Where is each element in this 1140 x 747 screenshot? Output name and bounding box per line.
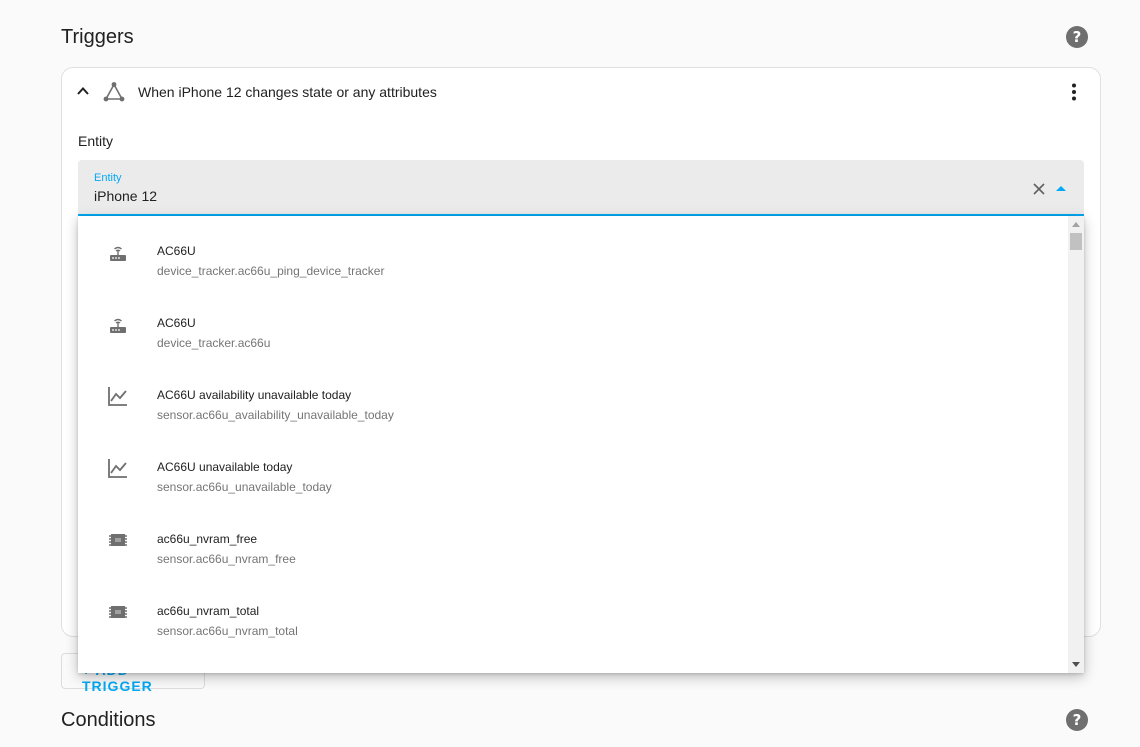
list-item-entity-id: sensor.ac66u_unavailable_today [157, 480, 332, 494]
router-wireless-icon [110, 246, 126, 261]
conditions-title: Conditions [61, 709, 156, 731]
list-item-name: ac66u_nvram_free [157, 532, 258, 546]
list-item-name: ac66u_nvram_total [157, 604, 260, 618]
list-item[interactable]: AC66U device_tracker.ac66u [78, 288, 1068, 360]
trigger-card-header[interactable]: When iPhone 12 changes state or any attr… [62, 68, 1100, 116]
triggers-help-icon[interactable]: ? [1066, 26, 1088, 48]
scroll-up-arrow-icon[interactable] [1072, 222, 1080, 227]
list-item[interactable]: ac66u_nvram_free sensor.ac66u_nvram_free [78, 504, 1068, 576]
state-trigger-icon [103, 82, 125, 102]
entity-dropdown-list: AC66U device_tracker.ac66u_ping_device_t… [78, 216, 1084, 673]
dropdown-scrollbar[interactable] [1068, 216, 1084, 673]
list-item[interactable]: AC66U availability unavailable today sen… [78, 360, 1068, 432]
list-item-entity-id: device_tracker.ac66u [157, 336, 271, 350]
entity-field-value[interactable]: iPhone 12 [94, 188, 157, 204]
list-item-entity-id: sensor.ac66u_nvram_total [157, 624, 298, 638]
router-wireless-icon [110, 318, 126, 333]
list-item-entity-id: sensor.ac66u_nvram_free [157, 552, 296, 566]
list-item-name: AC66U [157, 316, 196, 330]
memory-chip-icon [109, 534, 127, 546]
memory-chip-icon [109, 606, 127, 618]
conditions-help-icon[interactable]: ? [1066, 709, 1088, 731]
scroll-down-arrow-icon[interactable] [1072, 662, 1080, 667]
list-item[interactable]: AC66U device_tracker.ac66u_ping_device_t… [78, 216, 1068, 288]
list-item-entity-id: sensor.ac66u_availability_unavailable_to… [157, 408, 394, 422]
list-item-name: AC66U [157, 244, 196, 258]
entity-field-floating-label: Entity [94, 172, 122, 184]
list-item-name: AC66U availability unavailable today [157, 388, 352, 402]
list-item-name: AC66U unavailable today [157, 460, 293, 474]
entity-section-label: Entity [78, 133, 114, 149]
entity-picker-field[interactable]: Entity iPhone 12 [78, 160, 1084, 216]
scrollbar-thumb[interactable] [1070, 233, 1082, 250]
list-item[interactable]: AC66U unavailable today sensor.ac66u_una… [78, 432, 1068, 504]
chart-line-icon [108, 387, 127, 406]
clear-icon[interactable] [1032, 182, 1046, 196]
list-item-entity-id: device_tracker.ac66u_ping_device_tracker [157, 264, 385, 278]
triggers-title: Triggers [61, 26, 134, 48]
trigger-card-title: When iPhone 12 changes state or any attr… [138, 84, 437, 100]
chevron-up-icon[interactable] [76, 84, 90, 98]
dropdown-caret-up-icon[interactable] [1056, 186, 1066, 191]
chart-line-icon [108, 459, 127, 478]
list-item[interactable]: ac66u_nvram_total sensor.ac66u_nvram_tot… [78, 576, 1068, 648]
more-vert-icon[interactable] [1064, 82, 1084, 102]
